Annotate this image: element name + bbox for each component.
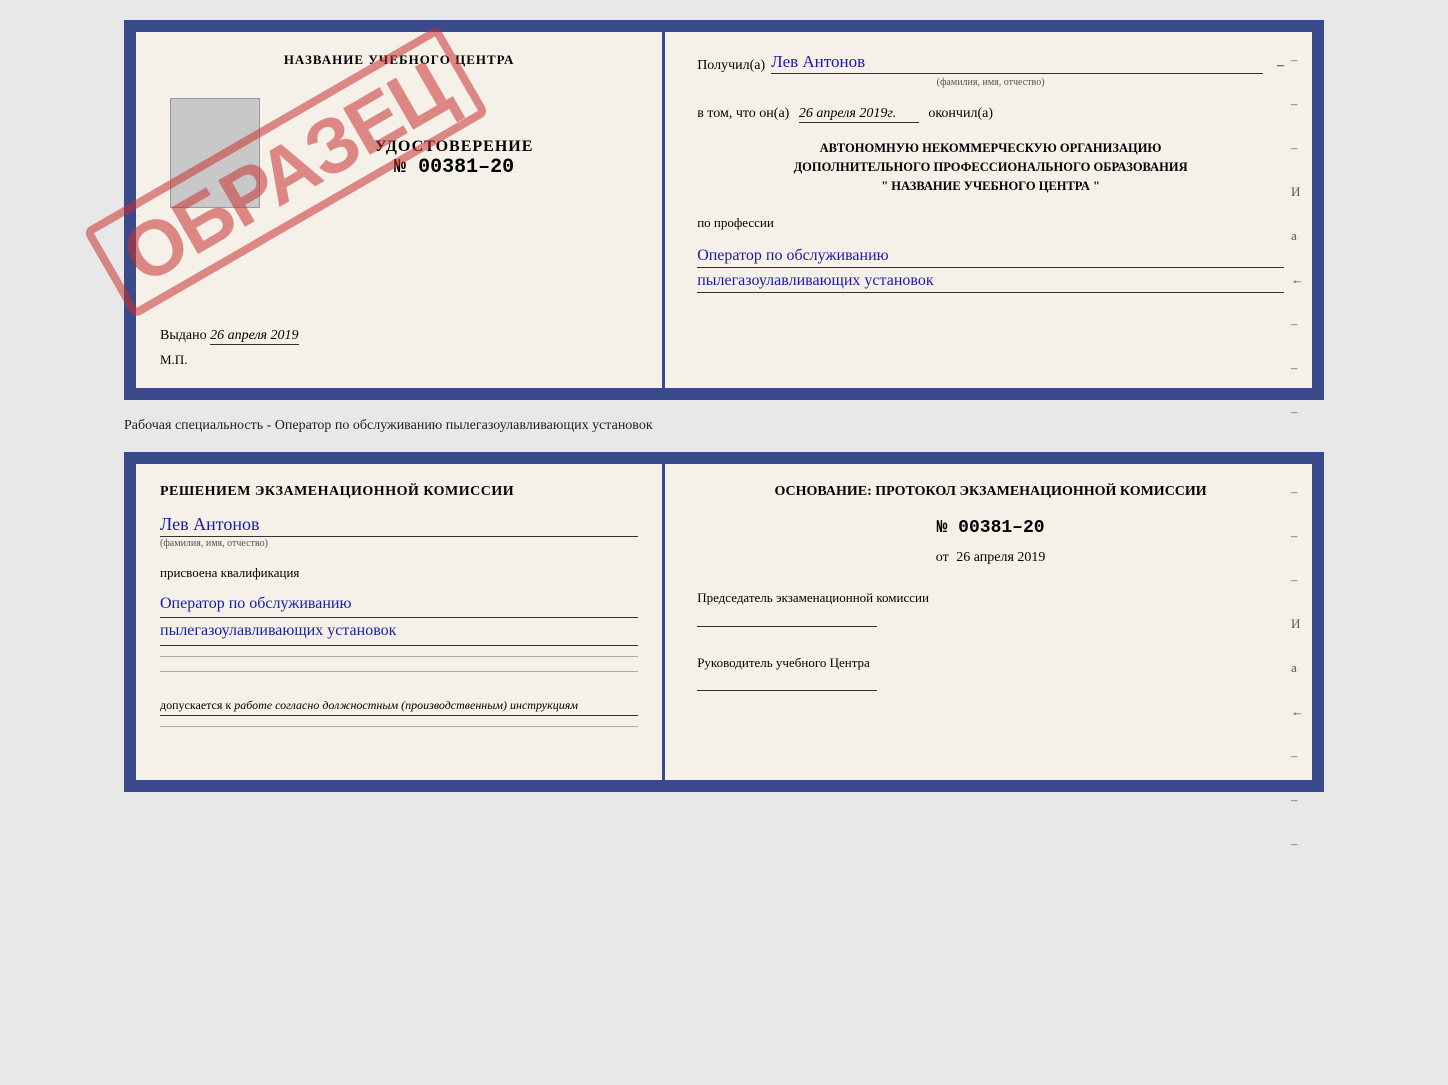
udostoverenie-title: УДОСТОВЕРЕНИЕ	[375, 138, 534, 156]
separator-3	[160, 726, 638, 727]
vtom-prefix: в том, что он(а)	[697, 106, 789, 121]
diploma-right-panel: Получил(а) Лев Антонов – (фамилия, имя, …	[665, 32, 1312, 388]
dopuskaetsya-italic: работе согласно должностным (производств…	[234, 698, 578, 712]
ot-prefix: от	[936, 550, 949, 565]
org-line3: " НАЗВАНИЕ УЧЕБНОГО ЦЕНТРА "	[697, 177, 1284, 196]
diploma-book: НАЗВАНИЕ УЧЕБНОГО ЦЕНТРА УДОСТОВЕРЕНИЕ №…	[124, 20, 1324, 400]
rukovoditel-signature-line	[697, 690, 877, 691]
protocol-number: № 00381–20	[697, 518, 1284, 538]
okончил-label: окончил(а)	[928, 106, 993, 121]
org-line2: ДОПОЛНИТЕЛЬНОГО ПРОФЕССИОНАЛЬНОГО ОБРАЗО…	[697, 158, 1284, 177]
predsedatel-label: Председатель экзаменационной комиссии	[697, 590, 929, 605]
qual-name-line2: пылегазоулавливающих установок	[160, 620, 638, 645]
osnovanie-label: Основание: протокол экзаменационной коми…	[697, 484, 1284, 500]
udostoverenie-block: УДОСТОВЕРЕНИЕ № 00381–20	[270, 138, 638, 179]
ot-date-value: 26 апреля 2019	[956, 550, 1045, 565]
professiya-line2: пылегазоулавливающих установок	[697, 272, 1284, 293]
poluchil-name: Лев Антонов	[771, 52, 1263, 74]
udostoverenie-number: № 00381–20	[394, 156, 514, 179]
qual-left-panel: Решением экзаменационной комиссии Лев Ан…	[136, 464, 665, 780]
dash-after-name: –	[1277, 58, 1284, 74]
qual-fio-sub: (фамилия, имя, отчество)	[160, 536, 638, 549]
ot-date: от 26 апреля 2019	[697, 550, 1284, 566]
vtom-row: в том, что он(а) 26 апреля 2019г. окончи…	[697, 106, 1284, 123]
vydano-row: Выдано 26 апреля 2019	[160, 318, 638, 344]
rukovoditel-block: Руководитель учебного Центра	[697, 653, 1284, 696]
rukovoditel-label: Руководитель учебного Центра	[697, 655, 870, 670]
professiya-line1: Оператор по обслуживанию	[697, 247, 1284, 268]
dashes-right-top: – – – И а ← – – –	[1291, 52, 1304, 420]
qual-right-panel: Основание: протокол экзаменационной коми…	[665, 464, 1312, 780]
diploma-left-panel: НАЗВАНИЕ УЧЕБНОГО ЦЕНТРА УДОСТОВЕРЕНИЕ №…	[136, 32, 665, 388]
resheniem-title: Решением экзаменационной комиссии	[160, 484, 638, 500]
vtom-date: 26 апреля 2019г.	[799, 106, 919, 123]
poluchil-row: Получил(а) Лев Антонов –	[697, 52, 1284, 74]
middle-caption: Рабочая специальность - Оператор по обсл…	[124, 410, 1324, 442]
mp-row: М.П.	[160, 352, 638, 368]
dopuskaetsya-row: допускается к работе согласно должностны…	[160, 698, 638, 716]
photo-placeholder	[170, 98, 260, 208]
org-line1: АВТОНОМНУЮ НЕКОММЕРЧЕСКУЮ ОРГАНИЗАЦИЮ	[697, 139, 1284, 158]
vydano-date: 26 апреля 2019	[210, 328, 298, 345]
qual-book: Решением экзаменационной комиссии Лев Ан…	[124, 452, 1324, 792]
certificate-container: НАЗВАНИЕ УЧЕБНОГО ЦЕНТРА УДОСТОВЕРЕНИЕ №…	[124, 20, 1324, 792]
separator-1	[160, 656, 638, 657]
dopuskaetsya-prefix: допускается к	[160, 698, 231, 712]
predsedatel-signature-line	[697, 626, 877, 627]
predsedatel-block: Председатель экзаменационной комиссии	[697, 588, 1284, 631]
dashes-right-bottom: – – – И а ← – – –	[1291, 484, 1304, 852]
prisvoena-label: присвоена квалификация	[160, 565, 638, 581]
poluchil-label: Получил(а)	[697, 58, 765, 74]
qual-name-line1: Оператор по обслуживанию	[160, 593, 638, 618]
org-block: АВТОНОМНУЮ НЕКОММЕРЧЕСКУЮ ОРГАНИЗАЦИЮ ДО…	[697, 139, 1284, 195]
po-professii-label: по профессии	[697, 215, 1284, 231]
fio-sub-top: (фамилия, имя, отчество)	[697, 77, 1284, 88]
separator-2	[160, 671, 638, 672]
qual-fio: Лев Антонов	[160, 514, 638, 535]
school-name-top: НАЗВАНИЕ УЧЕБНОГО ЦЕНТРА	[160, 52, 638, 68]
vydano-label: Выдано	[160, 328, 207, 343]
